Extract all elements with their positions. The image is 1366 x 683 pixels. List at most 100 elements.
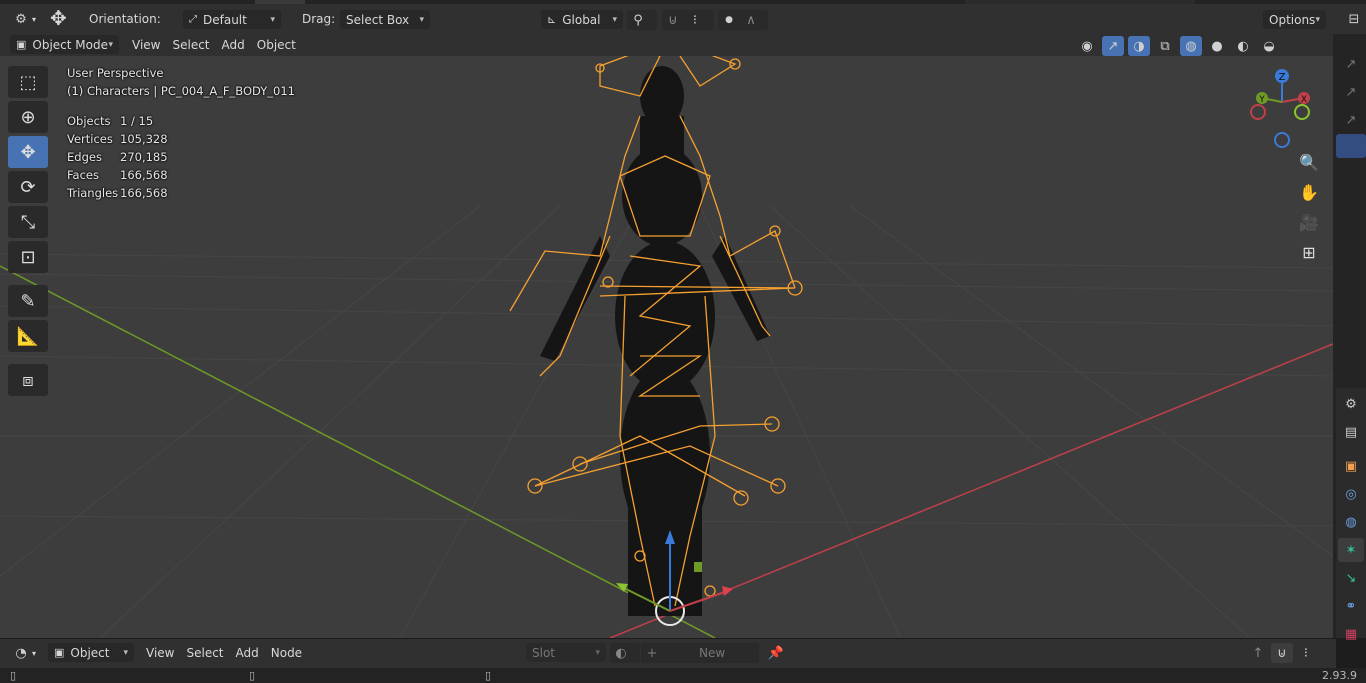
snap-increment-icon[interactable]: ⁝ <box>684 10 706 30</box>
menu-view[interactable]: View <box>126 35 166 55</box>
version-label: 2.93.9 <box>1322 669 1357 682</box>
navigation-gizmo[interactable]: Z Y X <box>1240 62 1320 152</box>
gizmo-plane-handle[interactable] <box>694 562 702 572</box>
properties-tabs: ⚙ ▤ ▣ ◎ ◍ ✶ ↘ ⚭ ▦ <box>1336 388 1366 642</box>
annotate-tool-icon[interactable]: ✎ <box>8 285 48 317</box>
chevron-down-icon: ▾ <box>270 14 275 25</box>
ortho-grid-icon[interactable]: ⊞ <box>1296 239 1322 265</box>
editor-type-button[interactable]: ◔ ▾ <box>10 643 36 663</box>
view-name: User Perspective <box>67 66 164 80</box>
menu-add[interactable]: Add <box>216 35 251 55</box>
transform-orientation-dropdown[interactable]: ⊾ Global ▾ <box>541 10 623 29</box>
options-dropdown[interactable]: Options ▾ <box>1263 10 1326 29</box>
move-tool-icon: ✥ <box>50 6 67 30</box>
armature-data-icon[interactable]: ✶ <box>1338 538 1364 562</box>
editor-type-icon[interactable]: ⊟ <box>1343 9 1365 29</box>
move-tool-button-icon[interactable]: ✥ <box>8 136 48 168</box>
gizmo-x-label: X <box>1301 95 1307 105</box>
object-icon: ▣ <box>54 646 65 659</box>
node-editor-icon: ◔ <box>15 645 27 661</box>
wireframe-shading-icon[interactable]: ◍ <box>1180 36 1202 56</box>
snap-magnet-icon[interactable]: ⊍ <box>662 10 684 30</box>
snap-group[interactable]: ⊍ ⁝ <box>662 10 714 30</box>
workspace-tab-active[interactable] <box>255 0 305 4</box>
xray-toggle-icon[interactable]: ⧉ <box>1154 36 1176 56</box>
camera-view-icon[interactable]: 🎥 <box>1296 209 1322 235</box>
select-box-tool-icon[interactable]: ⬚ <box>8 66 48 98</box>
scale-tool-icon[interactable]: ⤡ <box>8 206 48 238</box>
texture-properties-icon[interactable]: ▦ <box>1338 622 1364 646</box>
zoom-icon[interactable]: 🔍 <box>1296 149 1322 175</box>
render-properties-icon[interactable]: ▤ <box>1338 420 1364 444</box>
new-material-button[interactable]: + New <box>641 643 759 663</box>
outliner-selected-row[interactable] <box>1336 134 1366 158</box>
menu-view[interactable]: View <box>140 643 180 663</box>
gizmo-x-arrow[interactable] <box>722 586 733 596</box>
solid-shading-icon[interactable]: ● <box>1206 36 1228 56</box>
header-menus: View Select Add Object <box>126 35 302 55</box>
status-bar: ▯ ▯ ▯ 2.93.9 <box>0 668 1366 683</box>
snap-icon[interactable]: ⊍ <box>1271 643 1293 663</box>
snap-target-icon[interactable]: ⁝ <box>1295 643 1317 663</box>
object-properties-icon[interactable]: ▣ <box>1338 454 1364 478</box>
menu-object[interactable]: Object <box>251 35 302 55</box>
chevron-down-icon: ▾ <box>419 14 424 25</box>
gizmo-neg-y-handle[interactable] <box>1294 104 1310 120</box>
tool-properties-icon[interactable]: ⚙ <box>1338 392 1364 416</box>
stat-faces: Faces 166,568 <box>67 168 168 182</box>
cursor-tool-icon[interactable]: ⊕ <box>8 101 48 133</box>
character-body-mesh <box>540 66 770 616</box>
physics-properties-icon[interactable]: ◍ <box>1338 510 1364 534</box>
rotate-tool-icon[interactable]: ⟳ <box>8 171 48 203</box>
proportional-edit-icon[interactable]: ● <box>718 10 740 30</box>
outliner-arrow-icon[interactable]: ↗ <box>1338 108 1364 132</box>
outliner-strip: ↗ ↗ ↗ <box>1336 50 1366 158</box>
menu-select[interactable]: Select <box>166 35 215 55</box>
add-cube-tool-icon[interactable]: ⧈ <box>8 364 48 396</box>
pin-icon[interactable]: 📌 <box>765 643 787 663</box>
gizmo-toggle-icon[interactable]: ↗ <box>1102 36 1124 56</box>
chevron-down-icon: ▾ <box>1315 14 1320 25</box>
bone-constraint-icon[interactable]: ⚭ <box>1338 594 1364 618</box>
slot-dropdown[interactable]: Slot ▾ <box>526 643 606 662</box>
measure-tool-icon[interactable]: 📐 <box>8 320 48 352</box>
outliner-arrow-icon[interactable]: ↗ <box>1338 52 1364 76</box>
transform-tool-icon[interactable]: ⊡ <box>8 241 48 273</box>
workspace-tabs[interactable] <box>965 0 1195 4</box>
transform-space-value: Global <box>562 12 601 27</box>
menu-node[interactable]: Node <box>265 643 308 663</box>
chevron-down-icon: ▾ <box>32 648 37 658</box>
modifier-properties-icon[interactable]: ◎ <box>1338 482 1364 506</box>
bone-properties-icon[interactable]: ↘ <box>1338 566 1364 590</box>
stat-objects: Objects 1 / 15 <box>67 114 154 128</box>
overlay-toggle-icon[interactable]: ◑ <box>1128 36 1150 56</box>
gizmo-neg-x-handle[interactable] <box>1250 104 1266 120</box>
parent-node-tree-icon[interactable]: ↑ <box>1247 643 1269 663</box>
object-mode-icon: ▣ <box>16 38 27 51</box>
chevron-down-icon: ▾ <box>123 647 128 658</box>
menu-add[interactable]: Add <box>230 643 265 663</box>
3d-viewport[interactable]: ⬚ ⊕ ✥ ⟳ ⤡ ⊡ ✎ 📐 ⧈ User Perspective (1) C… <box>0 56 1333 638</box>
falloff-curve-icon[interactable]: ∧ <box>740 10 762 30</box>
proportional-edit-group[interactable]: ● ∧ <box>718 10 768 30</box>
viewport-display-controls: ◉ ↗ ◑ ⧉ ◍ ● ◐ ◒ <box>1076 36 1280 56</box>
viewport-info-overlay: User Perspective (1) Characters | PC_004… <box>67 66 295 202</box>
mode-dropdown[interactable]: ▣ Object Mode ▾ <box>10 35 119 54</box>
tool-picker[interactable]: ⚙ ▾ <box>10 9 36 29</box>
drag-label: Drag: <box>302 12 336 26</box>
orientation-dropdown[interactable]: ⤢ Default ▾ <box>183 10 281 29</box>
gizmo-neg-z-handle[interactable] <box>1274 132 1290 148</box>
material-shading-icon[interactable]: ◐ <box>1232 36 1254 56</box>
menu-select[interactable]: Select <box>180 643 229 663</box>
new-label: New <box>699 646 726 660</box>
rendered-shading-icon[interactable]: ◒ <box>1258 36 1280 56</box>
shader-type-dropdown[interactable]: ▣ Object ▾ <box>48 643 134 662</box>
drag-dropdown[interactable]: Select Box ▾ <box>340 10 430 29</box>
pivot-point-dropdown[interactable]: ⚲ <box>627 10 657 30</box>
material-browse-dropdown[interactable]: ◐ <box>610 643 640 663</box>
options-label: Options <box>1269 12 1316 27</box>
pan-hand-icon[interactable]: ✋ <box>1296 179 1322 205</box>
outliner-arrow-icon[interactable]: ↗ <box>1338 80 1364 104</box>
visibility-eye-icon[interactable]: ◉ <box>1076 36 1098 56</box>
bottom-menus: View Select Add Node <box>140 643 308 663</box>
